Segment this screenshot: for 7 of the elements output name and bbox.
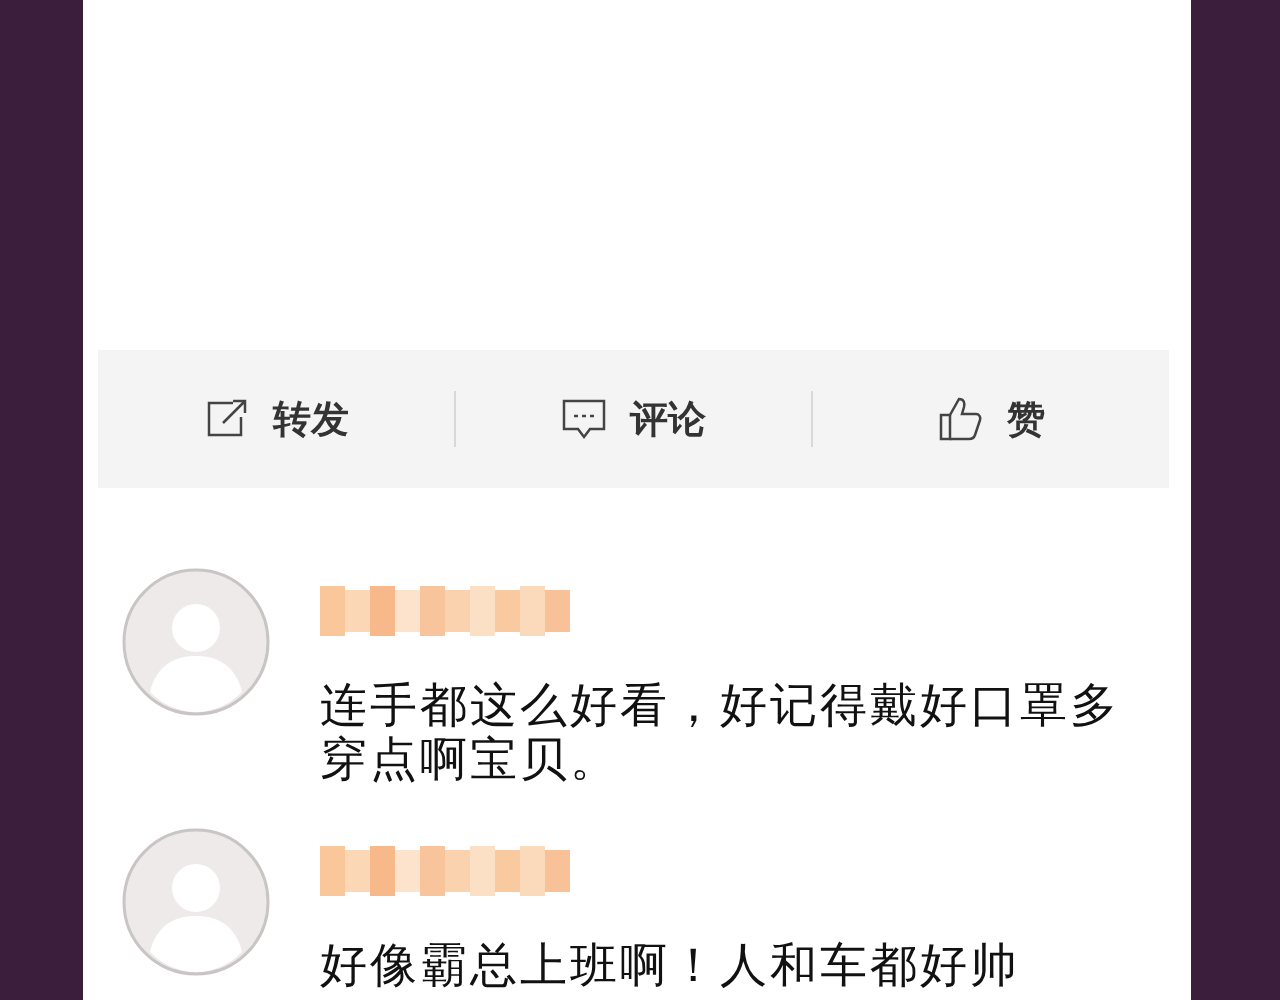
share-button[interactable]: 转发	[202, 393, 349, 445]
like-button[interactable]: 赞	[937, 393, 1046, 445]
avatar-icon	[122, 568, 270, 716]
avatar-icon	[122, 828, 270, 976]
comment-button[interactable]: 评论	[560, 393, 707, 445]
comment-text: 连手都这么好看，好记得戴好口罩多穿点啊宝贝。	[320, 678, 1121, 786]
comment-text: 好像霸总上班啊！人和车都好帅	[320, 938, 1021, 992]
